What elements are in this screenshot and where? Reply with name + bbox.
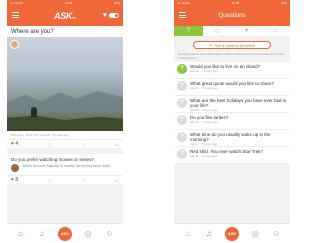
question-text: What time do you usually wake up in the … [190,132,271,143]
tab-messages[interactable]: ▭ [203,26,232,37]
question-meta: Ask.fm · 2 hours ago [190,69,218,74]
random-question-label: Get a random question [214,42,256,48]
tab-questions[interactable]: ? [174,26,203,37]
question-icon: ? [177,98,187,108]
explanation-text: Questions you've been asked will be visi… [178,52,285,60]
question-icon: ? [177,132,187,142]
random-question-button[interactable]: ⟳ Get a random question [193,41,271,49]
like-count: 4 [15,141,19,147]
home-tab-icon[interactable]: ⌂ [183,229,193,239]
feed-screen: •••• Sprint 12:45 83% ASKfm ♥ Where are … [7,0,123,243]
answer-text: Series for sure! Majority of movies are … [22,164,110,168]
more-button[interactable]: ••• [115,178,119,183]
shuffle-icon: ⟳ [208,42,213,48]
tab-activity[interactable]: ☺ [261,26,290,37]
question-list: ? Would you like to live on an island? As… [174,62,290,164]
battery-label: 83% [113,1,120,5]
tab-likes[interactable]: ♥ [232,26,261,37]
like-button[interactable]: ♥ 8 [11,177,18,183]
avatar[interactable] [11,164,19,172]
card-actions: ♥ 8 ◯ ⇪ ••• [7,175,123,184]
bottom-tab-bar: ⌂ ♫ ASK ◎ ☺ [174,223,290,243]
answer-photo[interactable] [7,37,123,131]
question-meta: Ask.fm · 6 hours ago [190,142,218,147]
notification-toggle[interactable] [109,13,119,18]
profile-tab-icon[interactable]: ☺ [271,229,281,239]
question-meta: Ask.fm · 5 hours ago [190,120,218,125]
list-item[interactable]: ? Do you like turtles? Ask.fm · 5 hours a… [174,113,290,130]
more-button[interactable]: ••• [115,142,119,147]
top-navbar: Questions [174,6,290,26]
menu-icon[interactable] [179,12,186,18]
list-item[interactable]: ? Red shirt. You ever watch Star Trek? As… [174,147,290,164]
question-title: Do you prefer watching movies or series? [11,157,94,162]
question-icon: ? [177,115,187,125]
avatar[interactable] [10,40,19,49]
questions-screen: •••• Sprint 12:45 83% Questions ? ▭ ♥ ☺ … [174,0,290,243]
reply-icon[interactable]: ◯ [48,142,52,147]
share-icon[interactable]: ⇪ [82,142,85,147]
top-navbar: ASKfm ♥ [7,6,123,26]
answer-card: Where are you? Mia Scott · Sent from And… [7,26,123,148]
share-icon[interactable]: ⇪ [82,178,85,183]
card-actions: ♥ 4 ◯ ⇪ ••• [7,139,123,148]
ask-tab-button[interactable]: ASK [224,226,239,241]
questions-subtabs: ? ▭ ♥ ☺ [174,26,290,37]
time-label: 12:45 [64,1,73,5]
list-item[interactable]: ? What great quote would you like to sha… [174,79,290,96]
question-icon: ? [177,64,187,74]
home-tab-icon[interactable]: ⌂ [16,229,26,239]
page-title: Questions [218,13,246,19]
list-item[interactable]: ? Would you like to live on an island? As… [174,62,290,79]
bottom-tab-bar: ⌂ ♫ ASK ◎ ☺ [7,223,123,243]
carrier-label: •••• Sprint [177,1,190,5]
like-count: 8 [15,177,19,183]
profile-tab-icon[interactable]: ☺ [104,229,114,239]
bell-tab-icon[interactable]: ♫ [37,229,47,239]
answer-card: Do you prefer watching movies or series?… [7,154,123,184]
time-label: 12:45 [231,1,240,5]
answer-caption: Mia Scott · Sent from Android · 8 hours … [11,133,69,137]
carrier-label: •••• Sprint [10,1,23,5]
question-meta: Ask.fm · 3 hours ago [190,86,218,91]
list-item[interactable]: ? What time do you usually wake up in th… [174,130,290,147]
list-item[interactable]: ? What are the best holidays you have ev… [174,96,290,113]
question-text: What are the best holidays you have ever… [190,98,287,109]
discover-tab-icon[interactable]: ◎ [83,229,93,239]
question-icon: ? [177,149,187,159]
bell-tab-icon[interactable]: ♫ [204,229,214,239]
question-icon: ? [177,81,187,91]
question-meta: Ask.fm · 7 hours ago [190,154,218,159]
reply-icon[interactable]: ◯ [48,178,52,183]
like-button[interactable]: ♥ 4 [11,141,18,147]
app-logo: ASKfm [54,11,76,21]
heart-icon[interactable]: ♥ [103,12,107,19]
discover-tab-icon[interactable]: ◎ [250,229,260,239]
menu-icon[interactable] [12,12,19,18]
battery-label: 83% [280,1,287,5]
question-meta: Ask.fm · 4 hours ago [190,108,218,113]
question-title: Where are you? [11,29,54,35]
ask-tab-button[interactable]: ASK [57,226,72,241]
